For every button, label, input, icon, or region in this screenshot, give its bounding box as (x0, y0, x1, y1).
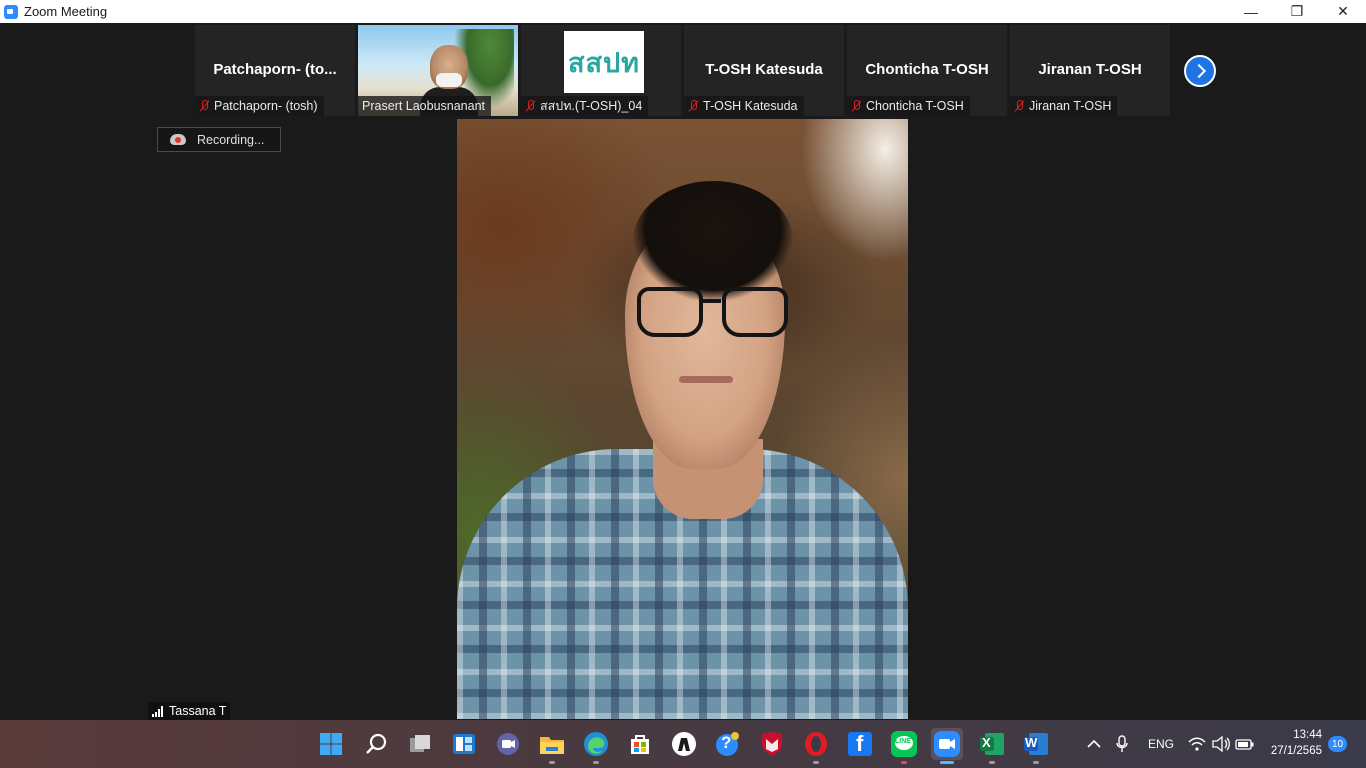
participant-big-name: Jiranan T-OSH (1038, 61, 1142, 78)
help-icon[interactable]: ? (712, 728, 744, 760)
clock-date: 27/1/2565 (1270, 745, 1322, 757)
running-indicator (549, 761, 555, 764)
mic-muted-icon (851, 100, 861, 112)
participant-big-name: T-OSH Katesuda (705, 61, 823, 78)
close-button[interactable]: ✕ (1320, 0, 1366, 23)
participant-label: Patchaporn- (tosh) (195, 96, 324, 116)
teams-chat-icon[interactable] (492, 728, 524, 760)
store-icon[interactable] (624, 728, 656, 760)
participant-name: T-OSH Katesuda (703, 99, 798, 113)
file-explorer-icon[interactable] (536, 728, 568, 764)
cloud-record-icon (170, 134, 186, 145)
clock-time: 13:44 (1293, 729, 1322, 741)
word-icon[interactable]: W (1020, 728, 1052, 764)
task-view-icon[interactable] (404, 728, 436, 760)
excel-icon[interactable]: X (976, 728, 1008, 764)
participant-big-name: Chonticha T-OSH (865, 61, 989, 78)
mic-muted-icon (688, 100, 698, 112)
title-bar: Zoom Meeting — ❐ ✕ (0, 0, 1366, 23)
excel-glyph: X (982, 735, 991, 750)
facebook-glyph: f (856, 731, 864, 756)
volume-icon[interactable] (1208, 728, 1234, 760)
word-glyph: W (1025, 735, 1038, 750)
participant-tile[interactable]: Chonticha T-OSH Chonticha T-OSH (847, 25, 1007, 116)
glasses-lens (637, 287, 703, 337)
glasses-lens (722, 287, 788, 337)
participant-label: สสปท.(T-OSH)_04 (521, 96, 649, 116)
running-indicator (593, 761, 599, 764)
mic-muted-icon (1014, 100, 1024, 112)
active-speaker-video[interactable] (457, 119, 908, 719)
participant-strip: Patchaporn- (to... Patchaporn- (tosh) Pr… (195, 25, 1173, 116)
participant-tile[interactable]: Patchaporn- (to... Patchaporn- (tosh) (195, 25, 355, 116)
active-indicator (940, 761, 954, 764)
participant-name: Jiranan T-OSH (1029, 99, 1112, 113)
face-mask (436, 73, 462, 87)
mcafee-icon[interactable] (756, 728, 788, 760)
recording-indicator[interactable]: Recording... (157, 127, 281, 152)
participant-tile[interactable]: Prasert Laobusnanant (358, 25, 518, 116)
windows-taskbar: ? f LINE X W ENG (0, 720, 1366, 768)
battery-icon[interactable] (1232, 728, 1258, 760)
speaker-hair (633, 181, 793, 301)
restore-button[interactable]: ❐ (1274, 0, 1320, 23)
participant-tile[interactable]: สสปท สสปท.(T-OSH)_04 (521, 25, 681, 116)
participant-name: Patchaporn- (tosh) (214, 99, 318, 113)
opera-icon[interactable] (800, 728, 832, 764)
participant-label: Chonticha T-OSH (847, 96, 970, 116)
input-language[interactable]: ENG (1148, 737, 1174, 751)
microphone-icon[interactable] (1108, 728, 1136, 760)
recording-label: Recording... (197, 132, 265, 147)
edge-icon[interactable] (580, 728, 612, 764)
participant-name: สสปท.(T-OSH)_04 (540, 99, 643, 113)
facebook-icon[interactable]: f (844, 728, 876, 760)
windows-start-icon[interactable] (315, 728, 347, 760)
active-speaker-name: Tassana T (169, 704, 227, 718)
glasses-bridge (701, 299, 721, 303)
speaker-glasses (633, 287, 788, 343)
organization-logo: สสปท (564, 31, 644, 93)
speaker-mouth (679, 376, 733, 383)
active-speaker-label: Tassana T (148, 702, 231, 720)
participant-label: T-OSH Katesuda (684, 96, 804, 116)
mic-muted-icon (525, 100, 535, 112)
search-icon[interactable] (360, 728, 392, 760)
participant-label: Jiranan T-OSH (1010, 96, 1118, 116)
running-indicator (813, 761, 819, 764)
participant-big-name: Patchaporn- (to... (213, 61, 337, 78)
wifi-icon[interactable] (1184, 728, 1210, 760)
logo-text: สสปท (568, 47, 640, 78)
participant-label: Prasert Laobusnanant (358, 96, 492, 116)
participant-tile[interactable]: T-OSH Katesuda T-OSH Katesuda (684, 25, 844, 116)
participant-tile[interactable]: Jiranan T-OSH Jiranan T-OSH (1010, 25, 1170, 116)
window-title: Zoom Meeting (24, 4, 108, 19)
participant-name: Chonticha T-OSH (866, 99, 964, 113)
running-indicator (901, 761, 907, 764)
system-clock[interactable]: 13:44 27/1/2565 (1262, 727, 1322, 759)
running-indicator (1033, 761, 1039, 764)
notification-badge[interactable]: 10 (1328, 736, 1347, 752)
show-hidden-icons-chevron-up-icon[interactable] (1080, 728, 1108, 760)
widgets-icon[interactable] (448, 728, 480, 760)
signal-strength-icon (152, 705, 163, 717)
running-indicator (989, 761, 995, 764)
line-glyph: LINE (895, 738, 911, 745)
zoom-icon[interactable] (931, 728, 963, 764)
mic-muted-icon (199, 100, 209, 112)
line-icon[interactable]: LINE (888, 728, 920, 764)
participant-name: Prasert Laobusnanant (362, 99, 486, 113)
next-page-button[interactable] (1184, 55, 1216, 87)
app-icon[interactable] (668, 728, 700, 760)
help-glyph: ? (721, 733, 732, 752)
zoom-app-icon (4, 4, 18, 19)
minimize-button[interactable]: — (1228, 0, 1274, 23)
